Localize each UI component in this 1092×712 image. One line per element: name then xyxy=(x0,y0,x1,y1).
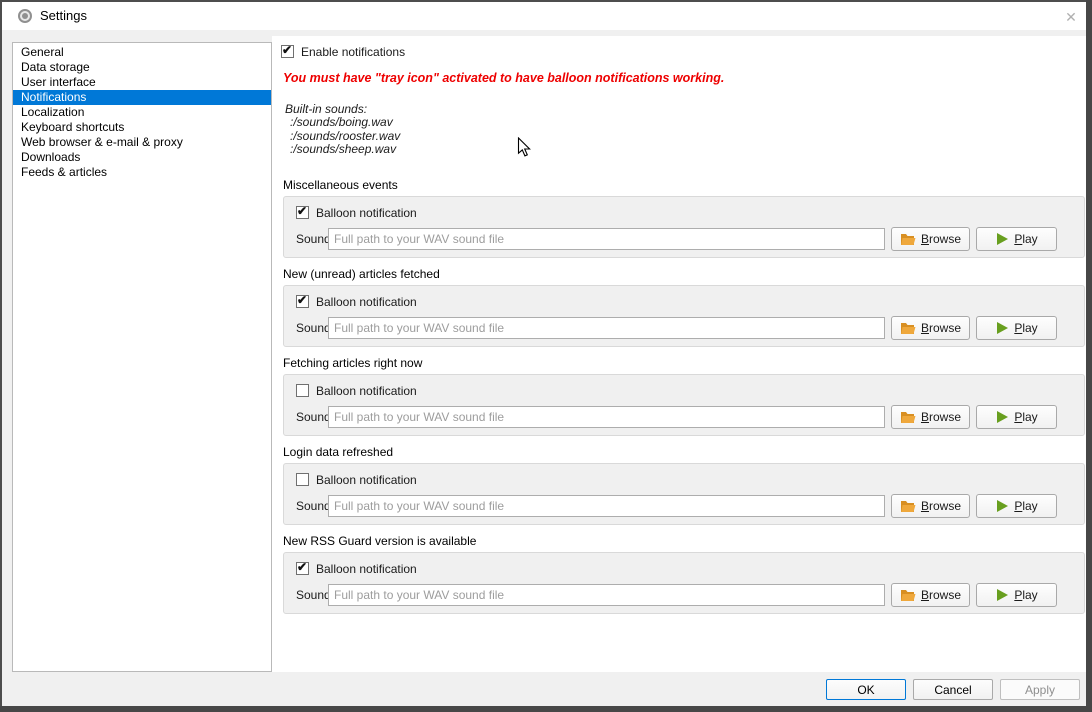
sound-label: Sound xyxy=(296,588,331,602)
close-icon[interactable]: ✕ xyxy=(1058,6,1084,28)
mouse-cursor xyxy=(517,137,532,158)
section-title-fetching-articles: Fetching articles right now xyxy=(283,356,422,370)
cancel-button[interactable]: Cancel xyxy=(913,679,993,700)
enable-notifications-label: Enable notifications xyxy=(301,45,405,59)
browse-button[interactable]: Browse xyxy=(891,583,970,607)
play-icon xyxy=(995,410,1009,424)
browse-button-label: Browse xyxy=(921,321,961,335)
folder-icon xyxy=(900,322,916,335)
play-button[interactable]: Play xyxy=(976,316,1057,340)
builtin-sounds-heading: Built-in sounds: xyxy=(285,103,400,116)
browse-button[interactable]: Browse xyxy=(891,494,970,518)
notification-section: Balloon notification Sound Browse Play xyxy=(283,374,1085,436)
sidebar-item-data-storage[interactable]: Data storage xyxy=(13,60,271,75)
builtin-sounds-block: Built-in sounds: :/sounds/boing.wav :/so… xyxy=(285,103,400,156)
play-button-label: Play xyxy=(1014,588,1037,602)
play-icon xyxy=(995,321,1009,335)
browse-button-label: Browse xyxy=(921,588,961,602)
notification-section: Balloon notification Sound Browse Play xyxy=(283,552,1085,614)
section-title-new-articles-fetched: New (unread) articles fetched xyxy=(283,267,440,281)
builtin-sound-path: :/sounds/boing.wav xyxy=(285,116,400,129)
balloon-notification-checkbox[interactable] xyxy=(296,295,309,308)
browse-button-label: Browse xyxy=(921,410,961,424)
tray-icon-warning-text: You must have "tray icon" activated to h… xyxy=(283,71,724,85)
folder-icon xyxy=(900,589,916,602)
browse-button-label: Browse xyxy=(921,499,961,513)
sound-path-input[interactable] xyxy=(328,317,885,339)
enable-notifications-checkbox[interactable] xyxy=(281,45,294,58)
sound-label: Sound xyxy=(296,410,331,424)
play-button[interactable]: Play xyxy=(976,494,1057,518)
sound-label: Sound xyxy=(296,321,331,335)
titlebar: Settings ✕ xyxy=(2,2,1086,30)
balloon-notification-label: Balloon notification xyxy=(316,206,417,220)
section-title-new-version-available: New RSS Guard version is available xyxy=(283,534,476,548)
balloon-notification-checkbox[interactable] xyxy=(296,206,309,219)
browse-button[interactable]: Browse xyxy=(891,227,970,251)
section-title-miscellaneous-events: Miscellaneous events xyxy=(283,178,398,192)
play-button[interactable]: Play xyxy=(976,583,1057,607)
sound-label: Sound xyxy=(296,499,331,513)
sound-path-input[interactable] xyxy=(328,406,885,428)
sidebar-item-localization[interactable]: Localization xyxy=(13,105,271,120)
sound-path-input[interactable] xyxy=(328,228,885,250)
browse-button-label: Browse xyxy=(921,232,961,246)
settings-category-list: General Data storage User interface Noti… xyxy=(12,42,272,672)
sidebar-item-user-interface[interactable]: User interface xyxy=(13,75,271,90)
builtin-sound-path: :/sounds/rooster.wav xyxy=(285,130,400,143)
settings-dialog: Settings ✕ General Data storage User int… xyxy=(0,0,1092,712)
builtin-sound-path: :/sounds/sheep.wav xyxy=(285,143,400,156)
play-button[interactable]: Play xyxy=(976,227,1057,251)
folder-icon xyxy=(900,233,916,246)
balloon-notification-label: Balloon notification xyxy=(316,473,417,487)
sound-path-input[interactable] xyxy=(328,495,885,517)
notification-section: Balloon notification Sound Browse Play xyxy=(283,463,1085,525)
sidebar-item-notifications[interactable]: Notifications xyxy=(13,90,271,105)
play-button-label: Play xyxy=(1014,321,1037,335)
balloon-notification-label: Balloon notification xyxy=(316,562,417,576)
notification-section: Balloon notification Sound Browse Play xyxy=(283,196,1085,258)
sound-path-input[interactable] xyxy=(328,584,885,606)
browse-button[interactable]: Browse xyxy=(891,405,970,429)
sidebar-item-feeds-articles[interactable]: Feeds & articles xyxy=(13,165,271,180)
folder-icon xyxy=(900,500,916,513)
window-border-left xyxy=(0,0,2,712)
apply-button[interactable]: Apply xyxy=(1000,679,1080,700)
play-icon xyxy=(995,499,1009,513)
window-title: Settings xyxy=(40,8,87,23)
play-icon xyxy=(995,588,1009,602)
settings-app-icon xyxy=(18,9,32,23)
play-button-label: Play xyxy=(1014,232,1037,246)
balloon-notification-checkbox[interactable] xyxy=(296,384,309,397)
window-border-top xyxy=(0,0,1092,2)
ok-button[interactable]: OK xyxy=(826,679,906,700)
folder-icon xyxy=(900,411,916,424)
play-button[interactable]: Play xyxy=(976,405,1057,429)
browse-button[interactable]: Browse xyxy=(891,316,970,340)
balloon-notification-label: Balloon notification xyxy=(316,384,417,398)
section-title-login-data-refreshed: Login data refreshed xyxy=(283,445,393,459)
window-border-right xyxy=(1086,0,1092,712)
balloon-notification-label: Balloon notification xyxy=(316,295,417,309)
play-icon xyxy=(995,232,1009,246)
balloon-notification-checkbox[interactable] xyxy=(296,562,309,575)
notification-section: Balloon notification Sound Browse Play xyxy=(283,285,1085,347)
sidebar-item-general[interactable]: General xyxy=(13,45,271,60)
sidebar-item-downloads[interactable]: Downloads xyxy=(13,150,271,165)
balloon-notification-checkbox[interactable] xyxy=(296,473,309,486)
play-button-label: Play xyxy=(1014,499,1037,513)
play-button-label: Play xyxy=(1014,410,1037,424)
sidebar-item-web-browser-proxy[interactable]: Web browser & e-mail & proxy xyxy=(13,135,271,150)
window-border-bottom xyxy=(0,706,1092,712)
sound-label: Sound xyxy=(296,232,331,246)
sidebar-item-keyboard-shortcuts[interactable]: Keyboard shortcuts xyxy=(13,120,271,135)
